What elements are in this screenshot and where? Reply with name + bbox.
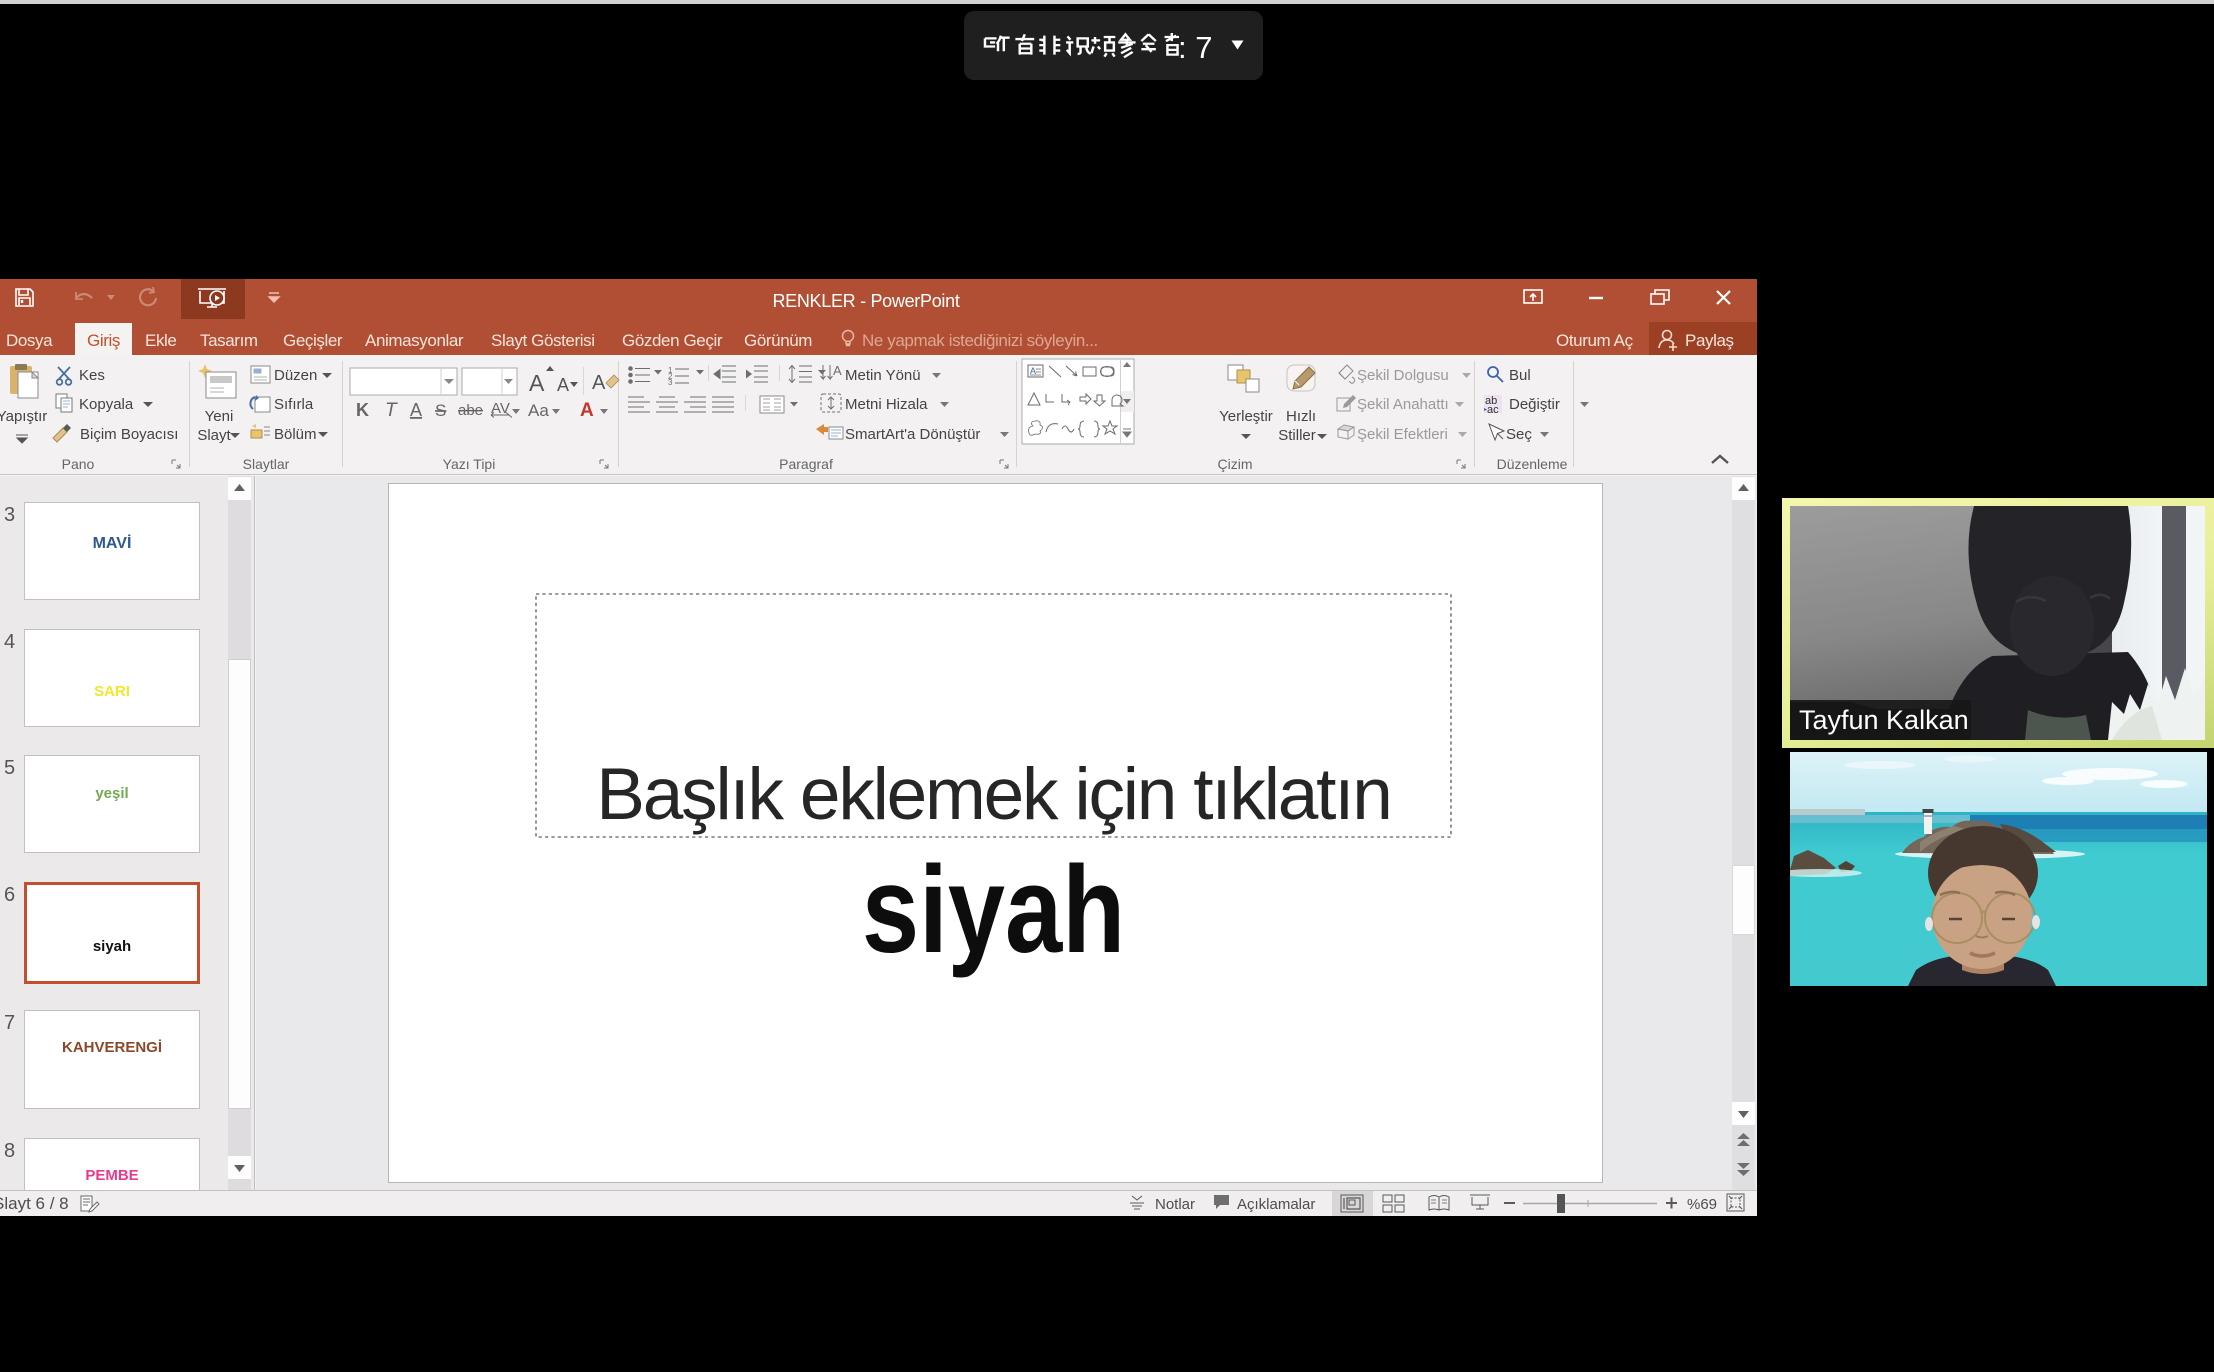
svg-text:Yapıştır: Yapıştır (0, 408, 47, 425)
svg-text:Stiller: Stiller (1278, 427, 1316, 444)
svg-text:ac: ac (1487, 404, 1499, 416)
svg-text:Yazı Tipi: Yazı Tipi (443, 456, 496, 472)
svg-text:Çizim: Çizim (1218, 456, 1253, 472)
svg-text:Slayt: Slayt (197, 427, 231, 444)
svg-text:Şekil Efektleri: Şekil Efektleri (1357, 426, 1448, 443)
svg-text:Slayt 6 / 8: Slayt 6 / 8 (0, 1194, 69, 1213)
svg-text:Notlar: Notlar (1155, 1196, 1195, 1213)
svg-text:Kes: Kes (79, 367, 105, 384)
svg-text:Pano: Pano (62, 456, 95, 472)
svg-text:A: A (529, 370, 545, 396)
svg-text:RENKLER - PowerPoint: RENKLER - PowerPoint (772, 291, 959, 311)
svg-text:Bul: Bul (1509, 367, 1531, 384)
svg-text:Biçim Boyacısı: Biçim Boyacısı (80, 426, 178, 443)
svg-text:S: S (435, 401, 446, 420)
svg-text:A: A (592, 372, 606, 394)
svg-text:A: A (1030, 366, 1036, 376)
svg-text:T: T (385, 400, 398, 421)
svg-text:A: A (410, 400, 422, 420)
svg-text:Sıfırla: Sıfırla (274, 396, 314, 413)
svg-text:Düzenleme: Düzenleme (1497, 456, 1568, 472)
svg-text:Seç: Seç (1506, 426, 1532, 443)
svg-text:A: A (557, 375, 569, 395)
svg-text:Değiştir: Değiştir (1509, 396, 1560, 413)
svg-text:K: K (356, 400, 369, 420)
svg-text:Şekil Anahattı: Şekil Anahattı (1357, 396, 1449, 413)
svg-text:: 7: : 7 (1178, 30, 1212, 65)
svg-text:Bölüm: Bölüm (274, 426, 317, 443)
svg-text:A: A (833, 363, 842, 378)
svg-text:3: 3 (668, 378, 673, 387)
svg-text:Yeni: Yeni (205, 408, 234, 425)
svg-text:Metni Hizala: Metni Hizala (845, 396, 928, 413)
svg-text:Paragraf: Paragraf (779, 456, 833, 472)
svg-text:A: A (580, 400, 594, 421)
svg-text:Düzen: Düzen (274, 367, 317, 384)
svg-text:abe: abe (458, 402, 483, 419)
svg-text:Açıklamalar: Açıklamalar (1237, 1196, 1315, 1213)
svg-text:Metin Yönü: Metin Yönü (845, 367, 921, 384)
svg-text:Kopyala: Kopyala (79, 396, 134, 413)
svg-text:Aa: Aa (528, 401, 549, 420)
svg-text:Şekil Dolgusu: Şekil Dolgusu (1357, 367, 1449, 384)
svg-text:Slaytlar: Slaytlar (243, 456, 290, 472)
svg-text:AV: AV (491, 400, 510, 417)
svg-text:Hızlı: Hızlı (1286, 408, 1316, 425)
svg-text:%69: %69 (1687, 1196, 1717, 1213)
svg-text:Yerleştir: Yerleştir (1219, 408, 1273, 425)
svg-text:SmartArt'a Dönüştür: SmartArt'a Dönüştür (845, 426, 980, 443)
